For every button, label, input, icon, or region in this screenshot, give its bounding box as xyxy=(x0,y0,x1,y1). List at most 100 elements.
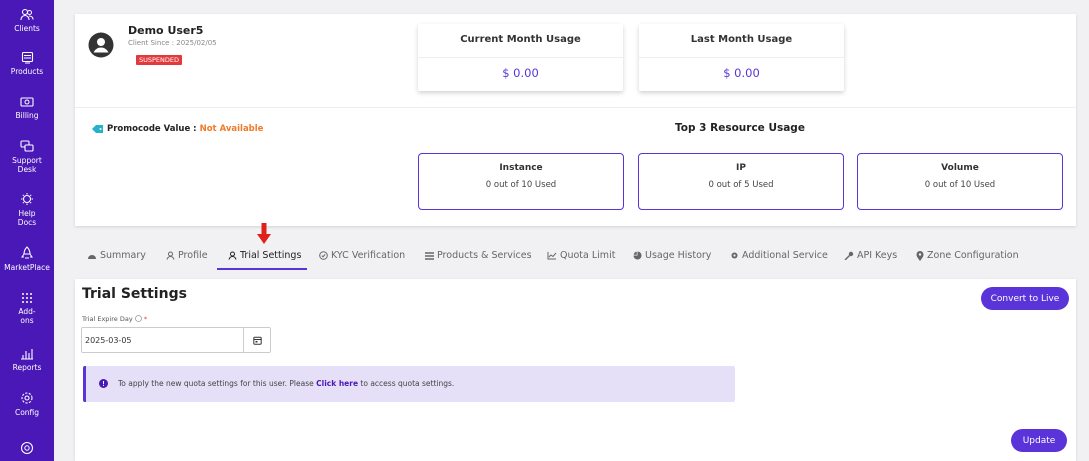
divider xyxy=(639,57,844,58)
check-circle-icon xyxy=(319,251,328,260)
current-month-usage-card: Current Month Usage $ 0.00 xyxy=(418,24,623,91)
money-icon xyxy=(20,97,34,107)
tab-label: API Keys xyxy=(857,250,898,261)
trial-expire-day-label: Trial Expire Day * xyxy=(82,315,147,323)
divider xyxy=(75,107,1076,108)
status-badge: SUSPENDED xyxy=(136,55,183,65)
current-month-usage-value: $ 0.00 xyxy=(502,66,539,80)
avatar xyxy=(88,32,114,58)
sidebar-item-billing[interactable]: Billing xyxy=(0,96,54,120)
list-icon xyxy=(425,251,434,260)
info-alert: To apply the new quota settings for this… xyxy=(83,366,735,402)
resource-title: Volume xyxy=(941,163,979,173)
tab-label: Trial Settings xyxy=(240,250,302,261)
user-icon xyxy=(166,251,175,260)
tab-label: Profile xyxy=(178,250,208,261)
sidebar-item-label: MarketPlace xyxy=(4,263,50,272)
tab-label: KYC Verification xyxy=(331,250,406,261)
promocode-value: Not Available xyxy=(199,124,264,134)
resource-title: Instance xyxy=(499,163,543,173)
sidebar-item-label: Products xyxy=(10,67,44,76)
date-value: 2025-03-05 xyxy=(85,336,132,345)
info-text: to access quota settings. xyxy=(358,379,455,388)
key-icon xyxy=(844,251,854,260)
server-icon xyxy=(21,51,33,64)
page-title: Trial Settings xyxy=(82,286,187,302)
tab-usage-history[interactable]: Usage History xyxy=(633,250,711,261)
sidebar-item-reports[interactable]: Reports xyxy=(0,347,54,372)
tab-zone-configuration[interactable]: Zone Configuration xyxy=(916,250,1019,261)
sidebar-item-help-docs[interactable]: Help Docs xyxy=(0,192,54,227)
client-summary-card: Demo User5 Client Since : 2025/02/05 SUS… xyxy=(75,14,1076,226)
tab-summary[interactable]: Summary xyxy=(87,250,146,261)
divider xyxy=(418,57,623,58)
click-here-link[interactable]: Click here xyxy=(316,379,358,388)
resource-card-ip: IP 0 out of 5 Used xyxy=(638,153,844,210)
bar-chart-icon xyxy=(21,349,33,360)
info-text: To apply the new quota settings for this… xyxy=(118,379,317,388)
tab-products-services[interactable]: Products & Services xyxy=(425,250,532,261)
promocode-label: Promocode Value : xyxy=(107,124,197,134)
sidebar-item-label: Reports xyxy=(12,363,42,372)
sidebar-item-clients[interactable]: Clients xyxy=(0,8,54,33)
sidebar-item-label: Add-ons xyxy=(18,307,36,325)
resource-card-instance: Instance 0 out of 10 Used xyxy=(418,153,624,210)
resource-value: 0 out of 10 Used xyxy=(924,180,996,190)
update-button[interactable]: Update xyxy=(1011,429,1067,452)
help-circle-icon xyxy=(20,441,34,455)
tab-trial-settings[interactable]: Trial Settings xyxy=(228,250,301,261)
required-mark: * xyxy=(143,315,148,323)
tab-label: Usage History xyxy=(645,250,712,261)
lightbulb-icon xyxy=(21,193,33,205)
promocode-row: Promocode Value : Not Available xyxy=(91,124,263,134)
tab-api-keys[interactable]: API Keys xyxy=(844,250,897,261)
field-label-text: Trial Expire Day xyxy=(82,315,133,323)
sidebar-item-label: Clients xyxy=(14,24,40,33)
sidebar-item-label: Support Desk xyxy=(12,156,42,174)
gear-icon xyxy=(731,252,738,259)
chat-icon xyxy=(20,140,34,152)
sidebar-item-help[interactable] xyxy=(0,441,54,458)
sidebar-item-label: Billing xyxy=(15,111,39,120)
sidebar-item-label: Help Docs xyxy=(17,209,37,227)
red-arrow-indicator xyxy=(257,223,271,244)
tab-profile[interactable]: Profile xyxy=(166,250,208,261)
current-month-usage-title: Current Month Usage xyxy=(460,34,581,45)
rocket-icon xyxy=(21,246,33,259)
sidebar-item-label: Config xyxy=(14,408,40,417)
trial-expire-date-field[interactable]: 2025-03-05 xyxy=(81,327,271,353)
sidebar-item-add-ons[interactable]: Add-ons xyxy=(0,292,54,325)
info-message: To apply the new quota settings for this… xyxy=(118,379,454,388)
resource-value: 0 out of 10 Used xyxy=(485,180,557,190)
user-name: Demo User5 xyxy=(128,24,204,37)
help-circle-icon[interactable] xyxy=(134,315,142,322)
line-chart-icon xyxy=(547,252,557,260)
user-icon xyxy=(228,251,237,260)
tab-label: Additional Service xyxy=(742,250,828,261)
calendar-icon xyxy=(252,336,262,345)
sidebar-item-products[interactable]: Products xyxy=(0,51,54,76)
convert-to-live-button[interactable]: Convert to Live xyxy=(981,287,1069,310)
sidebar-item-config[interactable]: Config xyxy=(0,391,54,417)
tab-additional-service[interactable]: Additional Service xyxy=(730,250,828,261)
calendar-button[interactable] xyxy=(243,328,270,352)
pie-chart-icon xyxy=(633,251,642,260)
resource-value: 0 out of 5 Used xyxy=(708,180,774,190)
tab-quota-limit[interactable]: Quota Limit xyxy=(547,250,615,261)
sidebar-item-support-desk[interactable]: Support Desk xyxy=(0,140,54,174)
resource-card-volume: Volume 0 out of 10 Used xyxy=(857,153,1063,210)
grid-icon xyxy=(22,293,32,303)
sidebar-item-marketplace[interactable]: MarketPlace xyxy=(0,246,54,272)
tab-kyc-verification[interactable]: KYC Verification xyxy=(319,250,405,261)
top-resource-usage-title: Top 3 Resource Usage xyxy=(675,122,805,134)
last-month-usage-title: Last Month Usage xyxy=(690,34,793,45)
tab-label: Quota Limit xyxy=(560,250,616,261)
tag-icon xyxy=(92,125,103,133)
users-icon xyxy=(20,8,34,21)
trial-settings-panel: Trial Settings Convert to Live Trial Exp… xyxy=(75,279,1076,461)
last-month-usage-value: $ 0.00 xyxy=(723,66,760,80)
tab-label: Products & Services xyxy=(437,250,532,261)
last-month-usage-card: Last Month Usage $ 0.00 xyxy=(639,24,844,91)
sidebar: Clients Products Billing Support Desk He… xyxy=(0,0,54,461)
gear-icon xyxy=(21,392,33,404)
